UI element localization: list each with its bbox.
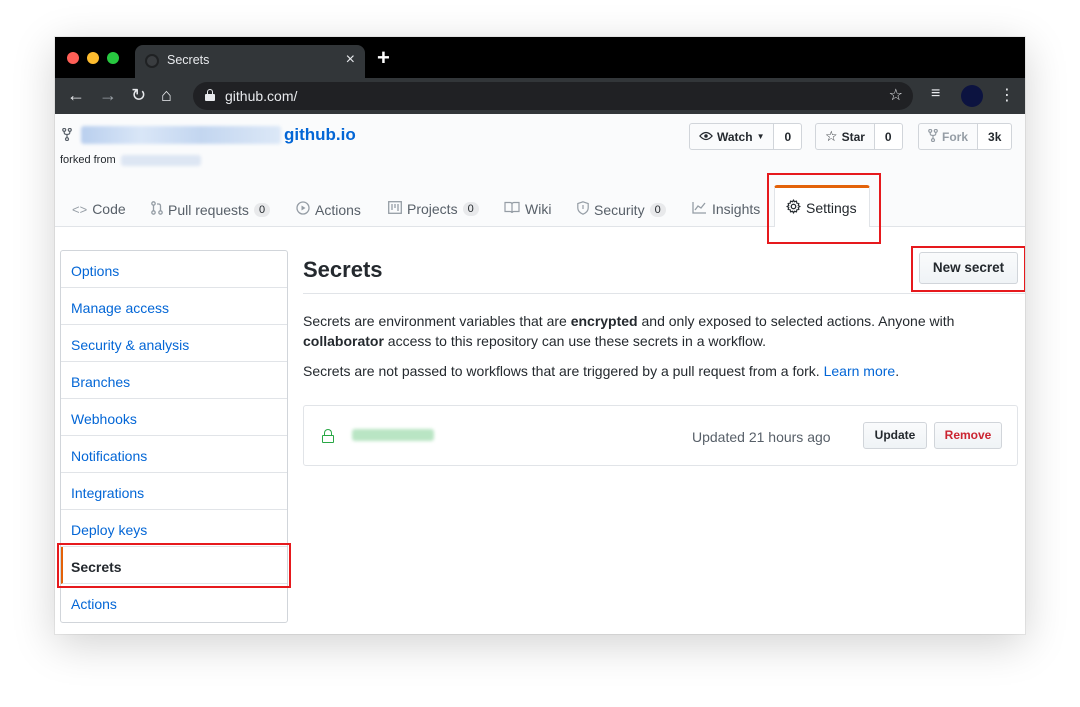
- fork-note: Secrets are not passed to workflows that…: [303, 363, 900, 379]
- tab-code-label: Code: [92, 201, 126, 217]
- play-icon: [296, 201, 310, 218]
- projects-counter: 0: [462, 202, 479, 216]
- repo-name-link[interactable]: github.io: [284, 125, 356, 145]
- tab-projects-label: Projects: [407, 201, 458, 217]
- caret-down-icon: ▼: [756, 132, 765, 141]
- home-icon[interactable]: ⌂: [161, 85, 172, 105]
- tab-pull-requests[interactable]: Pull requests 0: [151, 201, 271, 218]
- browser-menu-icon[interactable]: ⋮: [999, 85, 1015, 105]
- secrets-description: Secrets are environment variables that a…: [303, 313, 955, 349]
- watch-count[interactable]: 0: [774, 123, 803, 150]
- star-count[interactable]: 0: [874, 123, 903, 150]
- tab-close-icon[interactable]: ×: [346, 50, 355, 70]
- tab-projects[interactable]: Projects 0: [388, 201, 479, 217]
- browser-tabbar: Secrets × +: [55, 37, 1025, 78]
- title-divider: [303, 293, 1025, 294]
- bookmark-star-icon[interactable]: ☆: [889, 85, 903, 105]
- sidebar-item-notifications[interactable]: Notifications: [61, 436, 287, 473]
- address-bar[interactable]: github.com/ ☆: [193, 82, 913, 110]
- watch-button[interactable]: Watch ▼: [689, 123, 775, 150]
- forked-from-link-blurred[interactable]: [121, 155, 201, 166]
- fork-label: Fork: [942, 129, 969, 144]
- book-icon: [504, 201, 520, 217]
- forked-from-label: forked from: [60, 154, 116, 166]
- sidebar-item-branches[interactable]: Branches: [61, 362, 287, 399]
- browser-toolbar: ← → ↻ ⌂ github.com/ ☆ ≡ ⋮: [55, 78, 1025, 114]
- code-icon: <>: [72, 201, 88, 217]
- tab-title: Secrets: [167, 53, 210, 67]
- tab-wiki-label: Wiki: [525, 201, 552, 217]
- tab-insights-label: Insights: [712, 201, 761, 217]
- tab-pull-requests-label: Pull requests: [168, 201, 249, 218]
- secret-updated-time: Updated 21 hours ago: [692, 429, 831, 445]
- media-queue-icon[interactable]: ≡: [931, 85, 940, 103]
- sidebar-item-options[interactable]: Options: [61, 251, 287, 288]
- star-button-group: ☆ Star 0: [815, 123, 903, 150]
- lock-icon: [205, 89, 215, 101]
- remove-secret-button[interactable]: Remove: [934, 422, 1002, 449]
- tab-actions-label: Actions: [315, 201, 361, 218]
- repo-owner-blurred[interactable]: [81, 126, 281, 144]
- sidebar-item-webhooks[interactable]: Webhooks: [61, 399, 287, 436]
- fork-icon: [928, 128, 938, 145]
- security-counter: 0: [649, 202, 666, 217]
- fork-button[interactable]: Fork: [918, 123, 979, 150]
- tab-code[interactable]: <> Code: [72, 201, 126, 217]
- profile-avatar[interactable]: [961, 85, 983, 107]
- eye-icon: [699, 130, 713, 144]
- pull-requests-counter: 0: [253, 202, 271, 217]
- graph-icon: [692, 201, 707, 217]
- update-secret-button[interactable]: Update: [863, 422, 927, 449]
- star-icon: ☆: [825, 128, 838, 144]
- star-label: Star: [841, 129, 865, 144]
- watch-label: Watch: [717, 129, 753, 144]
- sidebar-item-integrations[interactable]: Integrations: [61, 473, 287, 510]
- reload-icon[interactable]: ↻: [131, 85, 146, 105]
- maximize-window-button[interactable]: [107, 52, 119, 64]
- pull-request-icon: [151, 201, 163, 218]
- learn-more-link[interactable]: Learn more: [824, 363, 896, 379]
- back-arrow-icon[interactable]: ←: [67, 85, 85, 105]
- tab-actions[interactable]: Actions: [296, 201, 361, 218]
- minimize-window-button[interactable]: [87, 52, 99, 64]
- sidebar-item-actions[interactable]: Actions: [61, 584, 287, 621]
- fork-button-group: Fork 3k: [918, 123, 1013, 150]
- browser-tab-secrets[interactable]: Secrets ×: [135, 45, 365, 78]
- tab-security-label: Security: [594, 201, 645, 218]
- project-board-icon: [388, 201, 402, 217]
- new-tab-button[interactable]: +: [377, 47, 390, 69]
- browser-window: Secrets × + ← → ↻ ⌂ github.com/ ☆ ≡ ⋮ gi…: [55, 37, 1025, 634]
- forward-arrow-icon[interactable]: →: [99, 85, 117, 105]
- address-url: github.com/: [225, 88, 298, 104]
- tab-wiki[interactable]: Wiki: [504, 201, 551, 217]
- watch-button-group: Watch ▼ 0: [689, 123, 803, 150]
- fork-count[interactable]: 3k: [978, 123, 1013, 150]
- sidebar-item-deploy-keys[interactable]: Deploy keys: [61, 510, 287, 547]
- github-favicon-icon: [145, 54, 159, 68]
- tab-insights[interactable]: Insights: [692, 201, 760, 217]
- secret-list: Updated 21 hours ago Update Remove: [303, 405, 1018, 466]
- repo-forked-icon: [62, 127, 72, 144]
- lock-icon: [322, 429, 334, 443]
- highlight-settings-tab: [767, 173, 881, 244]
- secret-name-blurred: [352, 429, 434, 441]
- highlight-secrets-item: [57, 543, 291, 588]
- close-window-button[interactable]: [67, 52, 79, 64]
- shield-icon: [577, 201, 589, 218]
- page-title: Secrets: [303, 257, 383, 282]
- highlight-new-secret-button: [911, 246, 1025, 292]
- sidebar-item-manage-access[interactable]: Manage access: [61, 288, 287, 325]
- sidebar-item-security-analysis[interactable]: Security & analysis: [61, 325, 287, 362]
- star-button[interactable]: ☆ Star: [815, 123, 875, 150]
- tab-security[interactable]: Security 0: [577, 201, 666, 218]
